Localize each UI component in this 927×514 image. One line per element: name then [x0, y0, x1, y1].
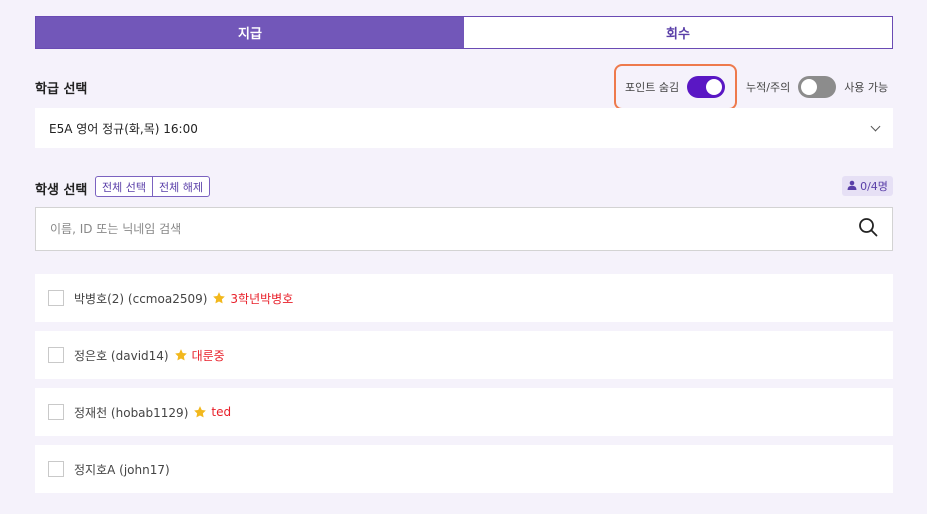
- point-mode-toggle[interactable]: [798, 76, 837, 98]
- student-select-label: 학생 선택: [35, 183, 88, 198]
- search-icon[interactable]: [858, 217, 878, 241]
- hide-points-toggle[interactable]: [687, 76, 726, 98]
- search-input[interactable]: [50, 222, 858, 236]
- search-bar: [35, 207, 893, 251]
- selected-count-badge: 0/4명: [842, 176, 893, 196]
- class-select-label: 학급 선택: [35, 82, 88, 97]
- available-label: 사용 가능: [844, 81, 889, 94]
- selected-class: E5A 영어 정규(화,목) 16:00: [49, 121, 198, 136]
- student-name: 정재천 (hobab1129): [74, 405, 189, 420]
- toggle-knob: [706, 79, 723, 95]
- deselect-all-button[interactable]: 전체 해제: [151, 177, 209, 196]
- student-name: 정은호 (david14): [74, 348, 169, 363]
- student-checkbox[interactable]: [48, 404, 64, 420]
- student-name: 박병호(2) (ccmoa2509): [74, 291, 208, 306]
- student-nickname: 대룬중: [191, 348, 225, 363]
- selected-count: 0/4명: [860, 180, 888, 193]
- select-all-button[interactable]: 전체 선택: [96, 177, 152, 196]
- tab-give[interactable]: 지급: [36, 17, 464, 48]
- student-checkbox[interactable]: [48, 347, 64, 363]
- hide-points-label: 포인트 숨김: [625, 81, 680, 94]
- select-buttons: 전체 선택 전체 해제: [95, 176, 210, 197]
- hide-points-toggle-group: 포인트 숨김: [625, 76, 726, 98]
- student-nickname: 3학년박병호: [230, 291, 294, 306]
- student-row[interactable]: 정재천 (hobab1129) ted: [35, 388, 893, 436]
- student-nickname: ted: [211, 405, 232, 419]
- star-icon: [174, 348, 188, 362]
- star-icon: [193, 405, 207, 419]
- student-row[interactable]: 정지호A (john17): [35, 445, 893, 493]
- chevron-down-icon: [870, 121, 881, 131]
- cumulative-label: 누적/주의: [746, 81, 791, 94]
- student-row[interactable]: 박병호(2) (ccmoa2509) 3학년박병호: [35, 274, 893, 322]
- person-icon: [847, 180, 857, 193]
- student-checkbox[interactable]: [48, 461, 64, 477]
- star-icon: [212, 291, 226, 305]
- student-row[interactable]: 정은호 (david14) 대룬중: [35, 331, 893, 379]
- tab-retrieve[interactable]: 회수: [464, 17, 892, 48]
- toggle-knob: [801, 79, 818, 95]
- point-mode-toggle-group: 누적/주의 사용 가능: [746, 76, 888, 98]
- student-checkbox[interactable]: [48, 290, 64, 306]
- class-select-dropdown[interactable]: E5A 영어 정규(화,목) 16:00: [35, 108, 893, 148]
- mode-tabs: 지급 회수: [35, 16, 893, 49]
- student-name: 정지호A (john17): [74, 462, 170, 477]
